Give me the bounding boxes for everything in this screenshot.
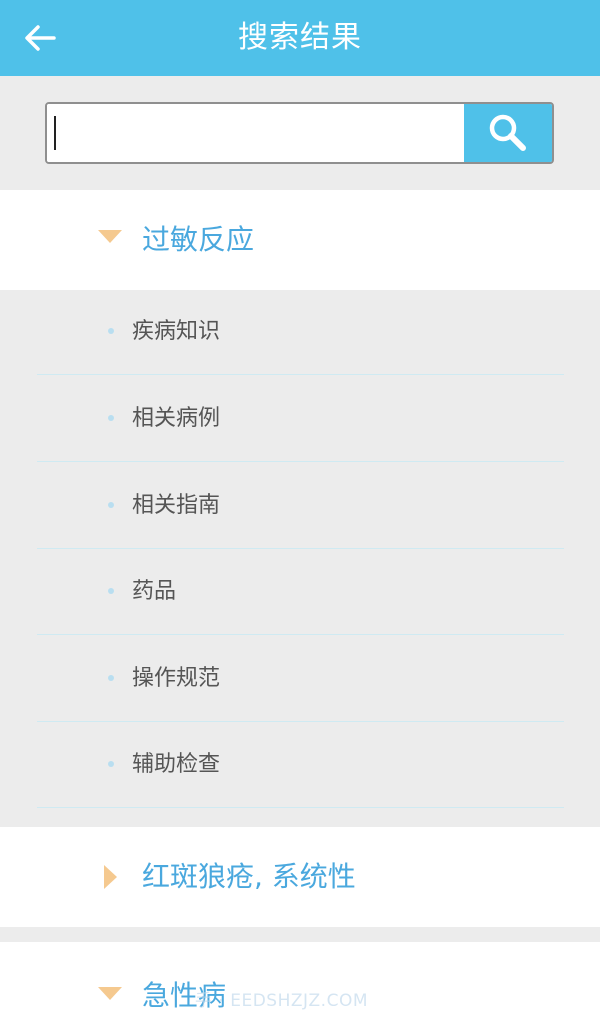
caret-down-icon xyxy=(98,987,122,1000)
list-item-disease-knowledge[interactable]: 疾病知识 xyxy=(37,288,564,375)
list-item-label: 相关指南 xyxy=(132,493,221,518)
page-title: 搜索结果 xyxy=(238,20,362,55)
magnifier-icon xyxy=(489,114,526,151)
app-header: 搜索结果 xyxy=(0,0,600,76)
search-bar xyxy=(45,102,554,164)
search-button[interactable] xyxy=(464,104,552,162)
list-item-label: 辅助检查 xyxy=(132,752,221,777)
group-label: 红斑狼疮, 系统性 xyxy=(142,860,356,893)
bullet-dot-icon xyxy=(108,328,114,334)
bullet-dot-icon xyxy=(108,675,114,681)
list-item-label: 操作规范 xyxy=(132,666,221,691)
list-item-label: 相关病例 xyxy=(132,406,221,431)
watermark-text: 手 · EEDSHZJZ.COM xyxy=(195,991,368,1011)
list-item-drugs[interactable]: 药品 xyxy=(37,548,564,635)
bullet-dot-icon xyxy=(108,415,114,421)
list-item-label: 药品 xyxy=(132,579,177,604)
search-input[interactable] xyxy=(47,104,465,162)
list-item-auxiliary-exams[interactable]: 辅助检查 xyxy=(37,721,564,808)
bullet-dot-icon xyxy=(108,588,114,594)
result-group-2[interactable]: 红斑狼疮, 系统性 xyxy=(0,827,600,927)
caret-right-icon xyxy=(104,865,117,889)
bullet-dot-icon xyxy=(108,761,114,767)
list-item-related-cases[interactable]: 相关病例 xyxy=(37,375,564,462)
bullet-dot-icon xyxy=(108,502,114,508)
text-cursor xyxy=(54,116,56,150)
group-label: 过敏反应 xyxy=(142,223,255,256)
caret-down-icon xyxy=(98,230,122,243)
result-group-1[interactable]: 过敏反应 xyxy=(0,190,600,290)
list-item-label: 疾病知识 xyxy=(132,319,221,344)
list-item-procedures[interactable]: 操作规范 xyxy=(37,635,564,722)
list-item-related-guides[interactable]: 相关指南 xyxy=(37,462,564,549)
